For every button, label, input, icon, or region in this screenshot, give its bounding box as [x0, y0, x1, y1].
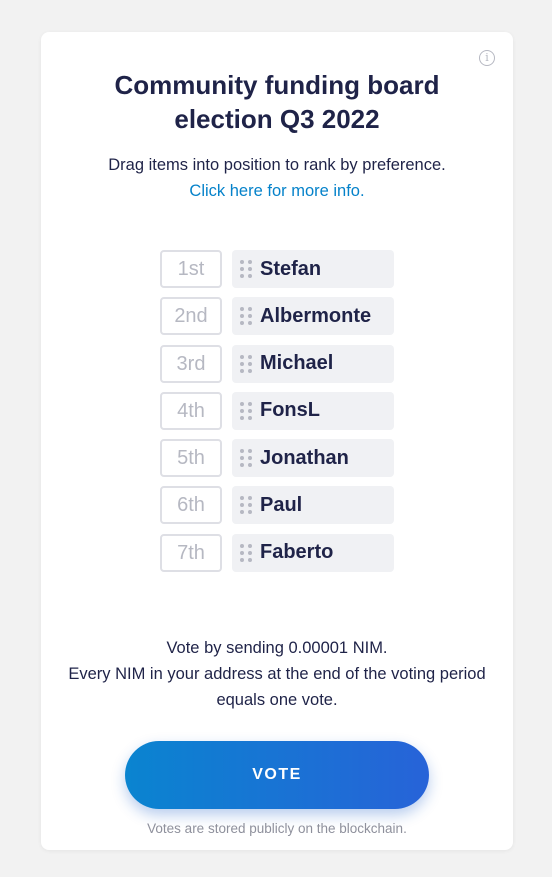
candidate-name: Michael: [260, 352, 334, 375]
candidate-item[interactable]: Albermonte: [232, 297, 394, 336]
drag-handle-icon[interactable]: [240, 260, 252, 278]
rank-row: 4th FonsL: [160, 391, 400, 431]
candidate-name: Stefan: [260, 257, 322, 280]
rank-row: 5th Jonathan: [160, 439, 400, 478]
candidate-name: Jonathan: [260, 446, 349, 469]
info-icon[interactable]: i: [479, 50, 495, 66]
vote-info: Vote by sending 0.00001 NIM. Every NIM i…: [61, 635, 493, 713]
more-info-link[interactable]: Click here for more info.: [189, 178, 364, 204]
ranking-list: 1st Stefan 2nd Albermonte 3rd Michael 4t…: [160, 250, 400, 581]
vote-info-line1: Vote by sending 0.00001 NIM.: [166, 639, 388, 657]
candidate-item[interactable]: Michael: [232, 344, 394, 383]
instructions-text: Drag items into position to rank by pref…: [108, 156, 446, 174]
footer-note: Votes are stored publicly on the blockch…: [147, 821, 407, 836]
rank-row: 2nd Albermonte: [160, 297, 400, 336]
candidate-item[interactable]: Jonathan: [232, 439, 394, 478]
rank-number: 5th: [160, 439, 222, 478]
rank-row: 1st Stefan: [160, 250, 400, 289]
drag-handle-icon[interactable]: [240, 543, 252, 562]
rank-number: 6th: [160, 486, 222, 525]
vote-button[interactable]: VOTE: [125, 741, 429, 809]
candidate-name: FonsL: [260, 399, 320, 422]
instructions: Drag items into position to rank by pref…: [61, 152, 493, 204]
page-title: Community funding board election Q3 2022: [114, 70, 440, 134]
drag-handle-icon[interactable]: [240, 354, 252, 373]
rank-number: 4th: [160, 391, 222, 430]
rank-number: 2nd: [160, 297, 222, 336]
candidate-name: Paul: [260, 493, 303, 516]
rank-row: 3rd Michael: [160, 344, 400, 384]
rank-number: 7th: [160, 533, 222, 572]
vote-info-line2: Every NIM in your address at the end of …: [68, 665, 486, 709]
drag-handle-icon[interactable]: [240, 307, 252, 326]
candidate-item[interactable]: Paul: [232, 486, 394, 525]
drag-handle-icon[interactable]: [240, 496, 252, 515]
candidate-item[interactable]: FonsL: [232, 391, 394, 430]
rank-number: 3rd: [160, 344, 222, 383]
drag-handle-icon[interactable]: [240, 449, 252, 468]
drag-handle-icon[interactable]: [240, 401, 252, 420]
candidate-item[interactable]: Stefan: [232, 250, 394, 288]
candidate-name: Faberto: [260, 541, 334, 564]
candidate-name: Albermonte: [260, 304, 372, 327]
rank-row: 6th Paul: [160, 486, 400, 525]
candidate-item[interactable]: Faberto: [232, 533, 394, 572]
election-card: i Community funding board election Q3 20…: [41, 32, 513, 850]
rank-number: 1st: [160, 250, 222, 288]
rank-row: 7th Faberto: [160, 533, 400, 573]
